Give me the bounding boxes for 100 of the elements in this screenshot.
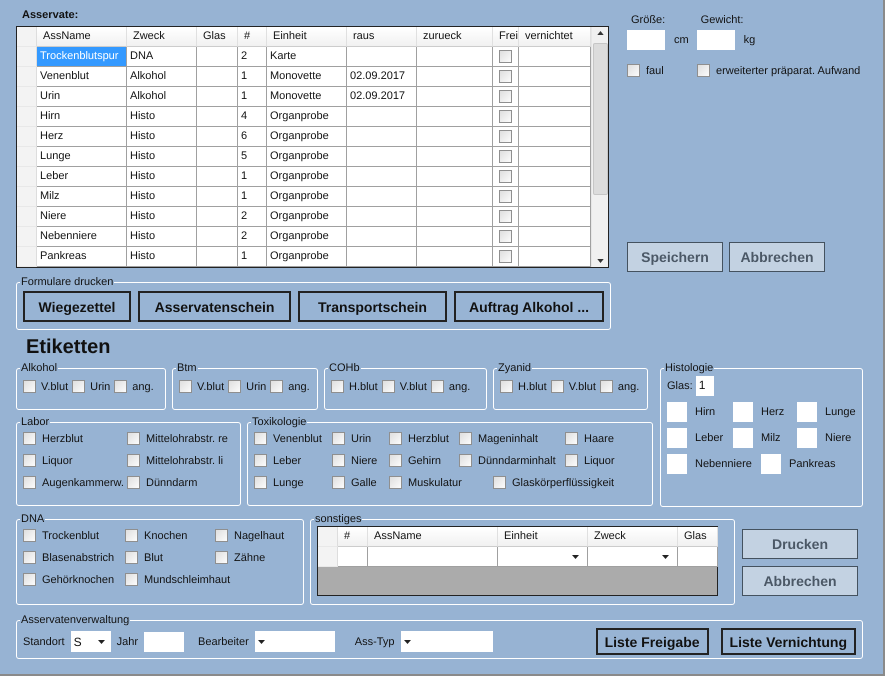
- checkbox[interactable]: [127, 476, 140, 489]
- checkbox[interactable]: [23, 573, 36, 586]
- checkbox[interactable]: [627, 64, 640, 77]
- checkbox[interactable]: [499, 210, 512, 223]
- checkbox[interactable]: [127, 432, 140, 445]
- column-header[interactable]: AssName: [37, 27, 127, 47]
- table-cell[interactable]: Nebenniere: [37, 227, 127, 247]
- checkbox[interactable]: [114, 380, 128, 393]
- checkbox[interactable]: [127, 454, 140, 467]
- checkbox[interactable]: [23, 380, 36, 393]
- checkbox[interactable]: [179, 380, 192, 393]
- column-header[interactable]: AssName: [368, 527, 498, 547]
- input-field[interactable]: [667, 428, 687, 448]
- column-header[interactable]: zurueck: [417, 27, 493, 47]
- checkbox[interactable]: [125, 551, 138, 564]
- checkbox[interactable]: [600, 380, 613, 393]
- checkbox[interactable]: [565, 454, 578, 467]
- table-cell[interactable]: Venenblut: [37, 67, 127, 87]
- checkbox[interactable]: [459, 432, 472, 445]
- checkbox[interactable]: [565, 432, 578, 445]
- checkbox[interactable]: [23, 529, 36, 542]
- checkbox[interactable]: [697, 64, 710, 77]
- scrollbar[interactable]: [591, 27, 608, 267]
- checkbox[interactable]: [23, 551, 36, 564]
- table-cell[interactable]: [678, 547, 718, 567]
- checkbox[interactable]: [389, 454, 402, 467]
- checkbox[interactable]: [499, 70, 512, 83]
- checkbox[interactable]: [215, 529, 228, 542]
- checkbox[interactable]: [332, 432, 345, 445]
- checkbox[interactable]: [254, 432, 267, 445]
- checkbox[interactable]: [499, 230, 512, 243]
- input-field[interactable]: [761, 454, 781, 474]
- checkbox[interactable]: [459, 454, 472, 467]
- checkbox[interactable]: [499, 190, 512, 203]
- checkbox[interactable]: [550, 380, 564, 393]
- checkbox[interactable]: [430, 380, 444, 393]
- column-header[interactable]: #: [338, 527, 368, 547]
- input-field[interactable]: [797, 402, 817, 422]
- input-field[interactable]: [797, 428, 817, 448]
- column-header[interactable]: Zweck: [588, 527, 678, 547]
- checkbox[interactable]: [499, 50, 512, 63]
- column-header[interactable]: #: [238, 27, 267, 47]
- checkbox[interactable]: [254, 454, 267, 467]
- checkbox[interactable]: [228, 380, 242, 393]
- caret-icon[interactable]: [404, 640, 410, 644]
- checkbox[interactable]: [499, 170, 512, 183]
- table-cell[interactable]: [368, 547, 498, 567]
- checkbox[interactable]: [389, 476, 402, 489]
- checkbox[interactable]: [125, 573, 138, 586]
- input-field[interactable]: [733, 402, 753, 422]
- caret-icon[interactable]: [662, 554, 669, 558]
- scroll-up-icon[interactable]: [596, 31, 604, 35]
- checkbox[interactable]: [331, 380, 344, 393]
- checkbox[interactable]: [382, 380, 395, 393]
- column-header[interactable]: raus: [347, 27, 417, 47]
- checkbox[interactable]: [499, 130, 512, 143]
- checkbox[interactable]: [499, 150, 512, 163]
- table-cell[interactable]: [338, 547, 368, 567]
- table-cell[interactable]: Niere: [37, 207, 127, 227]
- table-cell[interactable]: Pankreas: [37, 247, 127, 267]
- column-header[interactable]: Glas: [197, 27, 238, 47]
- column-header[interactable]: Einheit: [267, 27, 347, 47]
- input-field[interactable]: [667, 454, 687, 474]
- checkbox[interactable]: [493, 476, 506, 489]
- column-header[interactable]: Glas: [678, 527, 718, 547]
- input-field[interactable]: [733, 428, 753, 448]
- checkbox[interactable]: [23, 476, 36, 489]
- checkbox[interactable]: [499, 250, 512, 263]
- table-cell[interactable]: Lunge: [37, 147, 127, 167]
- column-header[interactable]: Frei: [493, 27, 519, 47]
- print-button[interactable]: Auftrag Alkohol ...: [454, 291, 604, 322]
- column-header[interactable]: Zweck: [127, 27, 197, 47]
- checkbox[interactable]: [23, 432, 36, 445]
- caret-icon[interactable]: [258, 640, 265, 644]
- checkbox[interactable]: [389, 432, 402, 445]
- table-cell[interactable]: Hirn: [37, 107, 127, 127]
- print-button[interactable]: Asservatenschein: [138, 291, 291, 322]
- print-button[interactable]: Transportschein: [298, 291, 447, 322]
- dropdown[interactable]: S: [70, 631, 111, 652]
- caret-icon[interactable]: [98, 640, 105, 644]
- input-field[interactable]: [144, 632, 184, 652]
- scroll-down-icon[interactable]: [596, 259, 604, 263]
- checkbox[interactable]: [23, 454, 36, 467]
- checkbox[interactable]: [72, 380, 86, 393]
- column-header[interactable]: Einheit: [498, 527, 588, 547]
- print-button[interactable]: Wiegezettel: [23, 291, 131, 322]
- table-cell[interactable]: Herz: [37, 127, 127, 147]
- checkbox[interactable]: [215, 551, 228, 564]
- checkbox[interactable]: [500, 380, 513, 393]
- checkbox[interactable]: [270, 380, 284, 393]
- list-button[interactable]: Liste Freigabe: [596, 628, 709, 655]
- checkbox[interactable]: [499, 90, 512, 103]
- column-header[interactable]: vernichtet: [519, 27, 591, 47]
- input-field[interactable]: [696, 30, 735, 50]
- checkbox[interactable]: [125, 529, 138, 542]
- checkbox[interactable]: [332, 476, 345, 489]
- checkbox[interactable]: [499, 110, 512, 123]
- input-field[interactable]: [667, 402, 687, 422]
- input-field[interactable]: [627, 30, 665, 50]
- input-field[interactable]: 1: [696, 376, 714, 396]
